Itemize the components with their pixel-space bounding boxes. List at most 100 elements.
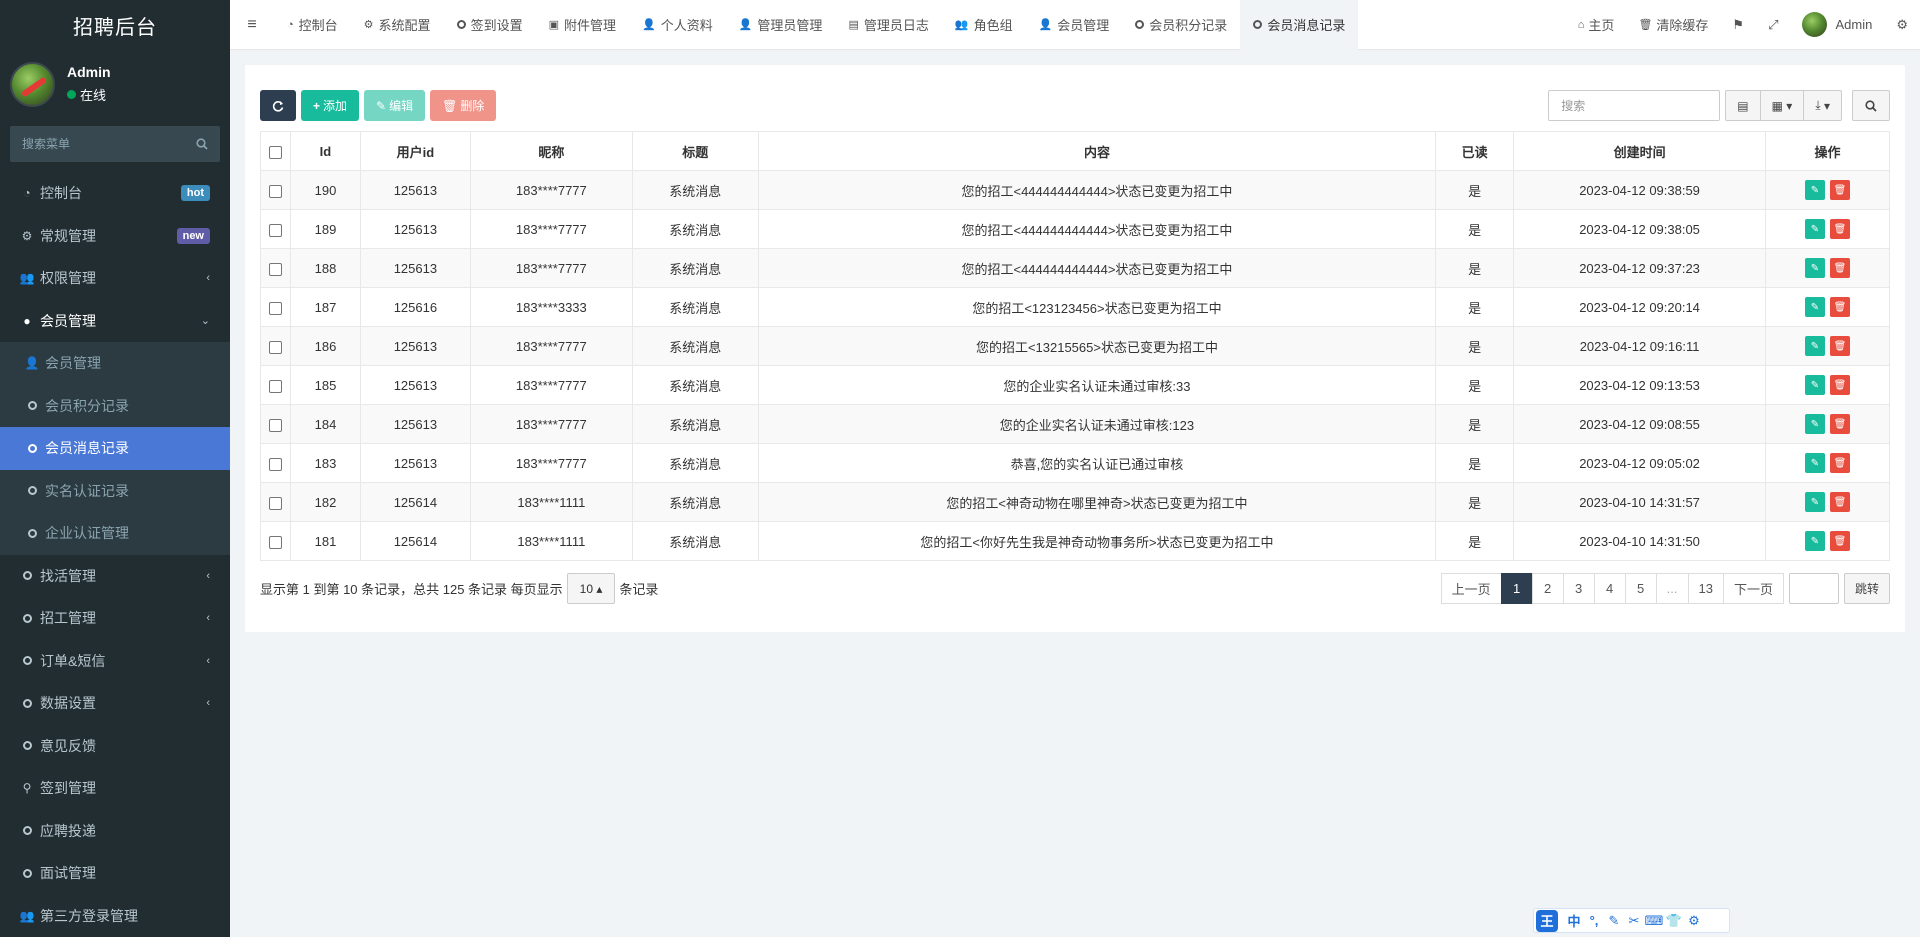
tab-member-messages[interactable]: 会员消息记录 bbox=[1240, 0, 1359, 50]
sidebar-item-data-settings[interactable]: 数据设置 ‹ bbox=[0, 682, 230, 725]
delete-button[interactable]: 🗑 删除 bbox=[430, 90, 497, 121]
row-edit-button[interactable]: ✎ bbox=[1804, 531, 1825, 551]
row-delete-button[interactable]: 🗑 bbox=[1829, 219, 1850, 239]
tab-system-config[interactable]: ⚙ 系统配置 bbox=[351, 0, 444, 50]
pen-icon[interactable]: ✎ bbox=[1604, 913, 1624, 929]
row-edit-button[interactable]: ✎ bbox=[1804, 258, 1825, 278]
sidebar-item-checkin[interactable]: ⚲ 签到管理 bbox=[0, 767, 230, 810]
row-edit-button[interactable]: ✎ bbox=[1804, 375, 1825, 395]
tab-dashboard[interactable]: ◔ 控制台 bbox=[274, 0, 351, 50]
table-row[interactable]: 187 125616 183****3333 系统消息 您的招工<123123456>状… bbox=[260, 287, 1891, 327]
ime-mode-toggle[interactable]: 中 bbox=[1564, 911, 1584, 930]
row-delete-button[interactable]: 🗑 bbox=[1829, 336, 1850, 356]
sidebar-item-applications[interactable]: 应聘投递 bbox=[0, 810, 230, 853]
row-edit-button[interactable]: ✎ bbox=[1804, 297, 1825, 317]
sidebar-item-auth[interactable]: 👥 权限管理 ‹ bbox=[0, 257, 230, 300]
table-row[interactable]: 188 125613 183****7777 系统消息 您的招工<44444444444… bbox=[260, 248, 1891, 288]
table-row[interactable]: 181 125614 183****1111 系统消息 您的招工<你好先生我是神奇动物事… bbox=[260, 521, 1891, 561]
row-checkbox[interactable] bbox=[268, 262, 282, 276]
table-row[interactable]: 189 125613 183****7777 系统消息 您的招工<44444444444… bbox=[260, 209, 1891, 249]
tab-member-manage[interactable]: 👤 会员管理 bbox=[1026, 0, 1123, 50]
add-button[interactable]: + 添加 bbox=[301, 90, 360, 121]
table-row[interactable]: 185 125613 183****7777 系统消息 您的企业实名认证未通过审核:33… bbox=[260, 365, 1891, 405]
row-checkbox[interactable] bbox=[268, 223, 282, 237]
sidebar-subitem-messages[interactable]: 会员消息记录 bbox=[0, 427, 230, 470]
page-button[interactable]: 3 bbox=[1562, 573, 1595, 604]
column-header-title[interactable]: 标题 bbox=[631, 131, 759, 171]
row-checkbox[interactable] bbox=[268, 496, 282, 510]
sidebar-subitem-realname[interactable]: 实名认证记录 bbox=[0, 470, 230, 513]
row-edit-button[interactable]: ✎ bbox=[1804, 219, 1825, 239]
sidebar-subitem-member-manage[interactable]: 👤 会员管理 bbox=[0, 342, 230, 385]
row-delete-button[interactable]: 🗑 bbox=[1829, 492, 1850, 512]
table-row[interactable]: 183 125613 183****7777 系统消息 恭喜,您的实名认证已通过审核是 2… bbox=[260, 443, 1891, 483]
row-checkbox[interactable] bbox=[268, 184, 282, 198]
page-button[interactable]: 1 bbox=[1500, 573, 1533, 604]
advanced-search-button[interactable] bbox=[1852, 90, 1890, 121]
row-checkbox[interactable] bbox=[268, 457, 282, 471]
tab-admin-log[interactable]: ▤ 管理员日志 bbox=[835, 0, 941, 50]
refresh-button[interactable] bbox=[260, 90, 296, 121]
row-delete-button[interactable]: 🗑 bbox=[1829, 180, 1850, 200]
row-edit-button[interactable]: ✎ bbox=[1804, 453, 1825, 473]
row-delete-button[interactable]: 🗑 bbox=[1829, 297, 1850, 317]
toggle-view-button[interactable]: ▤ bbox=[1725, 90, 1761, 121]
row-delete-button[interactable]: 🗑 bbox=[1829, 531, 1850, 551]
page-button[interactable]: 13 bbox=[1687, 573, 1724, 604]
sidebar-item-recruit[interactable]: 招工管理 ‹ bbox=[0, 597, 230, 640]
page-size-dropdown[interactable]: 10 ▴ bbox=[566, 573, 616, 604]
edit-button[interactable]: ✎ 编辑 bbox=[364, 90, 426, 121]
table-row[interactable]: 186 125613 183****7777 系统消息 您的招工<13215565>状态… bbox=[260, 326, 1891, 366]
language-icon[interactable]: ⚑ bbox=[1720, 17, 1756, 33]
row-checkbox[interactable] bbox=[268, 301, 282, 315]
sidebar-item-general[interactable]: ⚙ 常规管理 new bbox=[0, 215, 230, 258]
row-delete-button[interactable]: 🗑 bbox=[1829, 375, 1850, 395]
row-checkbox[interactable] bbox=[268, 535, 282, 549]
page-button[interactable]: 2 bbox=[1531, 573, 1564, 604]
sidebar-subitem-points[interactable]: 会员积分记录 bbox=[0, 385, 230, 428]
select-all-checkbox[interactable] bbox=[268, 145, 282, 159]
row-delete-button[interactable]: 🗑 bbox=[1829, 258, 1850, 278]
next-page-button[interactable]: 下一页 bbox=[1722, 573, 1784, 604]
row-edit-button[interactable]: ✎ bbox=[1804, 336, 1825, 356]
page-button[interactable]: 4 bbox=[1593, 573, 1626, 604]
row-edit-button[interactable]: ✎ bbox=[1804, 414, 1825, 434]
column-header-nickname[interactable]: 昵称 bbox=[469, 131, 633, 171]
page-button[interactable]: 5 bbox=[1624, 573, 1657, 604]
tab-profile[interactable]: 👤 个人资料 bbox=[629, 0, 726, 50]
row-checkbox[interactable] bbox=[268, 340, 282, 354]
table-search-input[interactable] bbox=[1548, 90, 1721, 121]
keyboard-icon[interactable]: ⌨ bbox=[1644, 913, 1664, 929]
row-edit-button[interactable]: ✎ bbox=[1804, 492, 1825, 512]
sidebar-item-members[interactable]: ● 会员管理 ⌄ bbox=[0, 300, 230, 343]
column-header-read[interactable]: 已读 bbox=[1435, 131, 1515, 171]
sidebar-item-dashboard[interactable]: ◔ 控制台 hot bbox=[0, 172, 230, 215]
sidebar-subitem-company[interactable]: 企业认证管理 bbox=[0, 512, 230, 555]
row-delete-button[interactable]: 🗑 bbox=[1829, 414, 1850, 434]
home-link[interactable]: ⌂ 主页 bbox=[1566, 15, 1627, 34]
table-row[interactable]: 190 125613 183****7777 系统消息 您的招工<44444444444… bbox=[260, 170, 1891, 210]
sidebar-item-feedback[interactable]: 意见反馈 bbox=[0, 725, 230, 768]
scissors-icon[interactable]: ✂ bbox=[1624, 913, 1644, 929]
row-delete-button[interactable]: 🗑 bbox=[1829, 453, 1850, 473]
tab-role-group[interactable]: 👥 角色组 bbox=[942, 0, 1026, 50]
prev-page-button[interactable]: 上一页 bbox=[1440, 573, 1502, 604]
sidebar-item-interviews[interactable]: 面试管理 bbox=[0, 852, 230, 895]
export-button[interactable]: ⤓ ▾ bbox=[1803, 90, 1842, 121]
row-checkbox[interactable] bbox=[268, 379, 282, 393]
shirt-icon[interactable]: 👕 bbox=[1664, 913, 1684, 929]
tab-checkin-settings[interactable]: 签到设置 bbox=[444, 0, 536, 50]
search-icon[interactable] bbox=[196, 138, 208, 150]
fullscreen-icon[interactable]: ⤢ bbox=[1756, 17, 1790, 33]
row-edit-button[interactable]: ✎ bbox=[1804, 180, 1825, 200]
column-header-id[interactable]: Id bbox=[289, 131, 361, 171]
column-header-created-time[interactable]: 创建时间 bbox=[1513, 131, 1766, 171]
row-checkbox[interactable] bbox=[268, 418, 282, 432]
gear-icon[interactable]: ⚙ bbox=[1684, 913, 1704, 929]
columns-button[interactable]: ▦ ▾ bbox=[1759, 90, 1805, 121]
tab-member-points[interactable]: 会员积分记录 bbox=[1122, 0, 1240, 50]
ime-logo-icon[interactable]: 王 bbox=[1536, 909, 1558, 932]
clear-cache-button[interactable]: 🗑 清除缓存 bbox=[1626, 15, 1720, 34]
sidebar-toggle-icon[interactable]: ≡ bbox=[230, 0, 274, 50]
sidebar-item-third-party-login[interactable]: 👥 第三方登录管理 bbox=[0, 895, 230, 937]
